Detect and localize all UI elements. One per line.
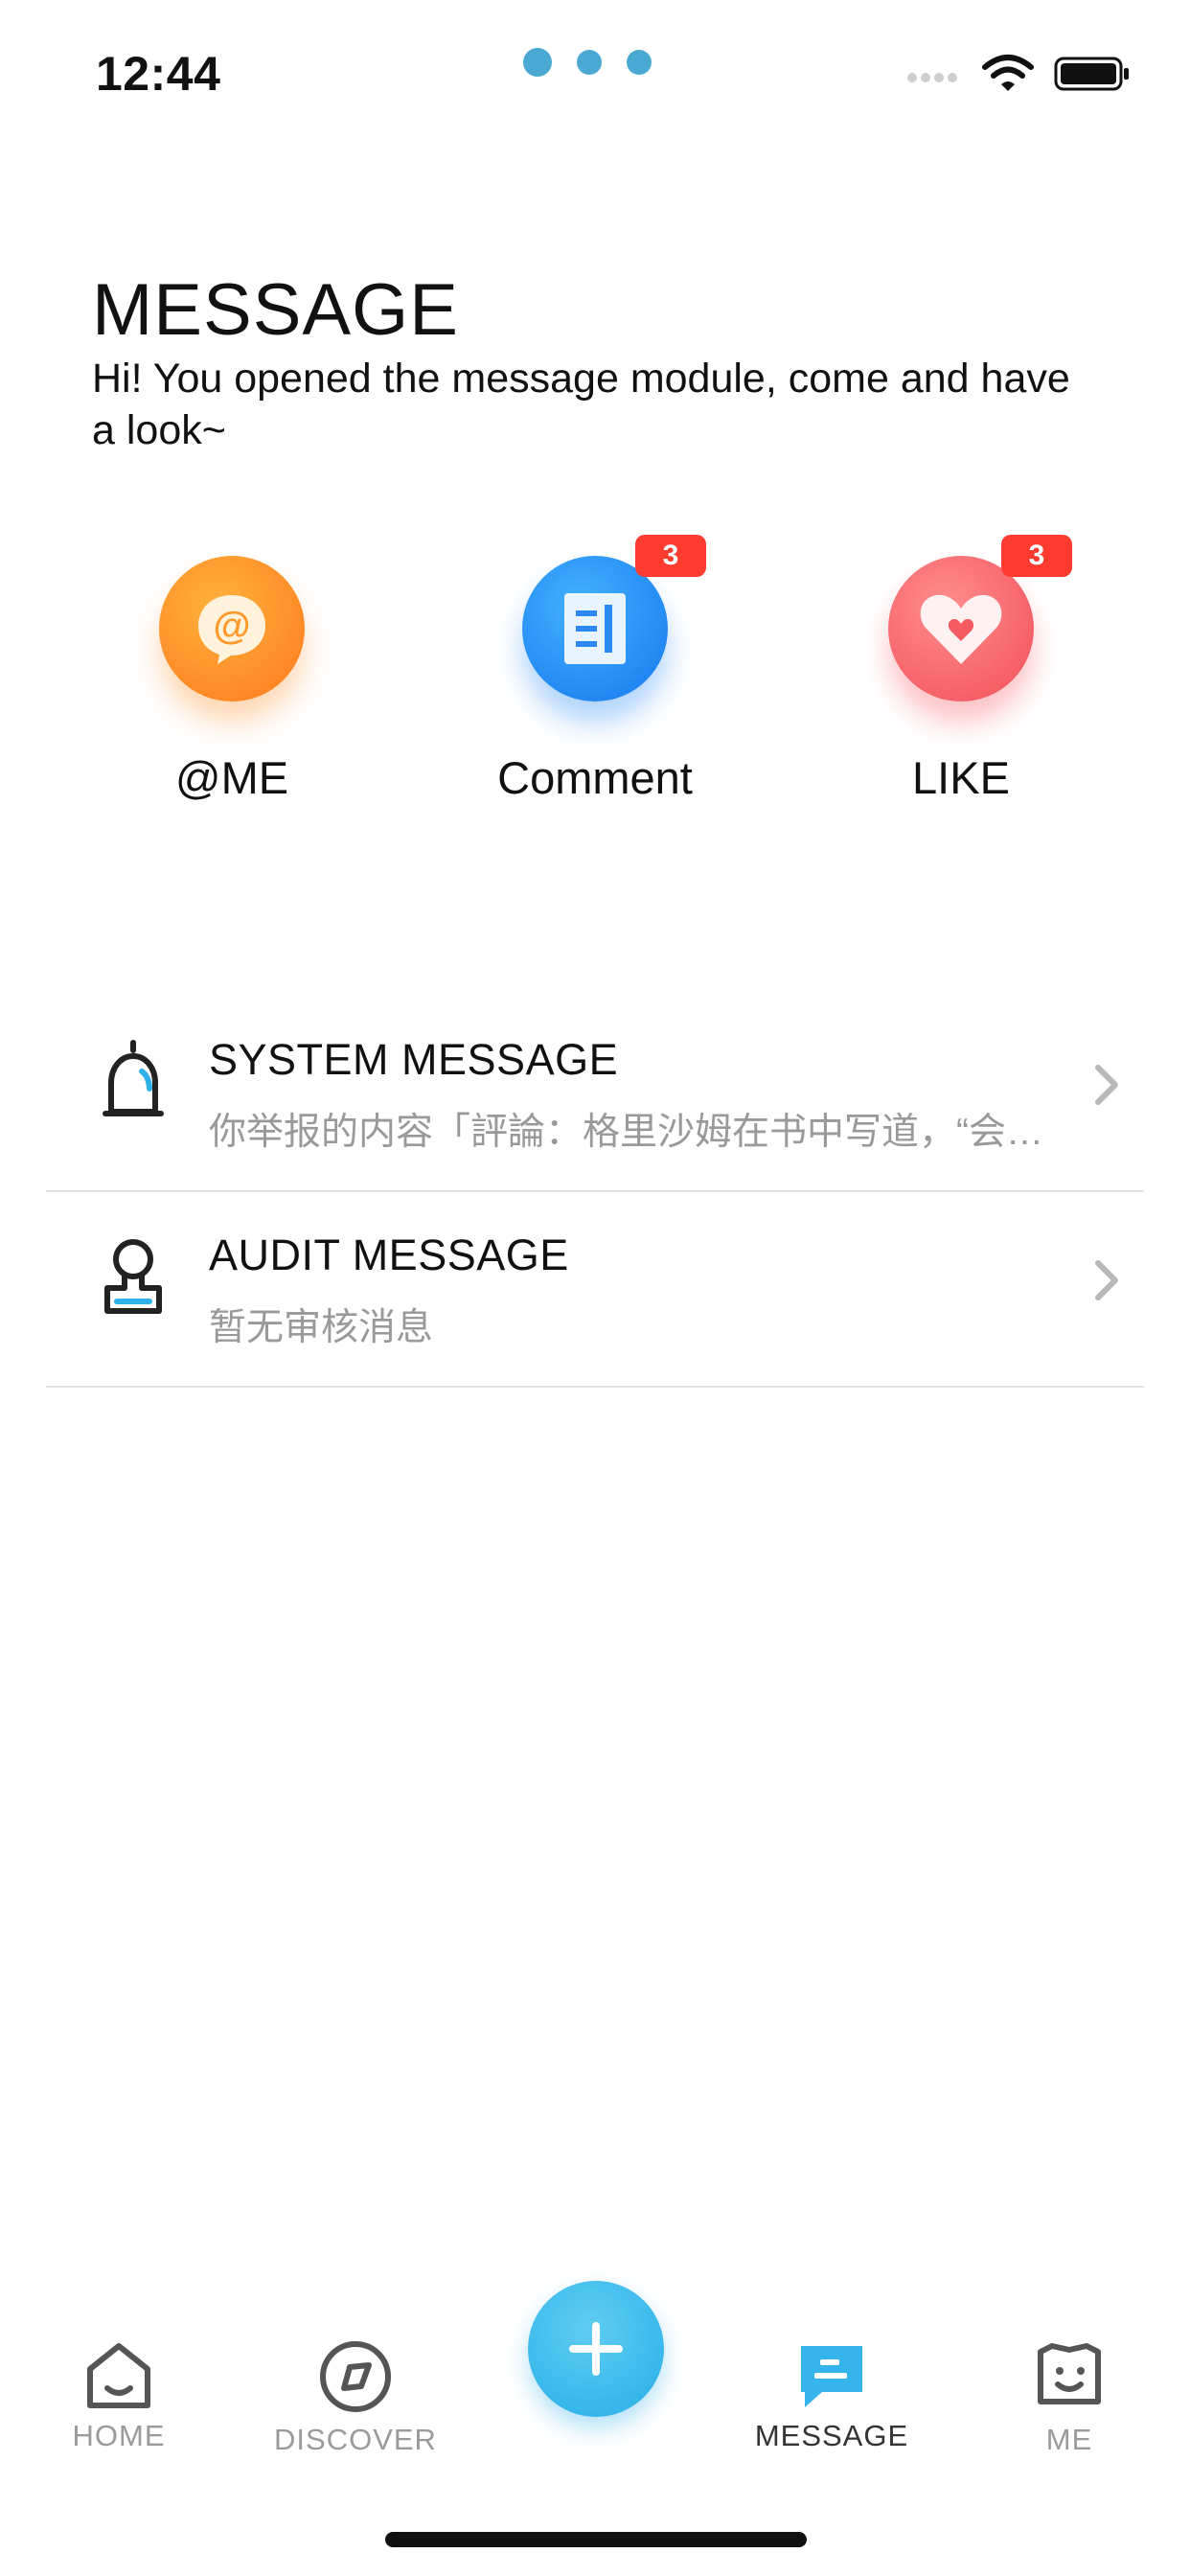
comment-bubble: 3: [522, 535, 706, 702]
chevron-right-icon: [1095, 1065, 1118, 1105]
quick-entry-comment[interactable]: 3 Comment: [451, 535, 739, 804]
audit-message-description: 暂无审核消息: [209, 1307, 434, 1348]
system-message-description: 你举报的内容「評論：格里沙姆在书中写道，“会…: [209, 1112, 1043, 1153]
quick-entries: @ @ME 3 Comment 3 LIKE: [0, 535, 1190, 843]
tab-me-label: ME: [1045, 2423, 1093, 2456]
message-list: SYSTEM MESSAGE 你举报的内容「評論：格里沙姆在书中写道，“会… A…: [46, 997, 1144, 1388]
comment-icon: [564, 593, 626, 664]
page-dots: [523, 48, 652, 77]
at-me-label: @ME: [174, 752, 289, 803]
like-bubble: 3: [888, 535, 1072, 702]
compass-icon: [320, 2341, 391, 2412]
status-bar: 12:44: [0, 0, 1190, 144]
like-badge: 3: [1001, 535, 1072, 577]
dot: [627, 50, 652, 75]
like-label: LIKE: [912, 752, 1010, 803]
tab-home-label: HOME: [72, 2419, 166, 2452]
dot: [523, 48, 552, 77]
heart-icon: [920, 594, 1002, 664]
tab-discover[interactable]: DISCOVER: [260, 2338, 451, 2457]
chevron-right-icon: [1095, 1260, 1118, 1300]
message-screen: 12:44 MESSAGE Hi! You opened the message…: [0, 0, 1190, 2576]
page-subtitle: Hi! You opened the message module, come …: [92, 356, 1070, 453]
home-icon: [87, 2343, 150, 2408]
list-item-audit-message[interactable]: AUDIT MESSAGE 暂无审核消息: [46, 1192, 1144, 1388]
wifi-icon: [982, 55, 1034, 91]
audit-message-title: AUDIT MESSAGE: [209, 1230, 569, 1279]
bell-icon: [103, 1040, 164, 1116]
dot: [577, 50, 602, 75]
at-icon: @: [198, 595, 265, 664]
tab-home[interactable]: HOME: [23, 2338, 215, 2453]
plus-icon: [569, 2322, 623, 2376]
face-icon: [1038, 2343, 1101, 2404]
stamp-icon: [104, 1239, 162, 1314]
page-title: MESSAGE: [92, 269, 459, 351]
battery-icon: [1054, 57, 1129, 91]
list-item-system-message[interactable]: SYSTEM MESSAGE 你举报的内容「評論：格里沙姆在书中写道，“会…: [46, 997, 1144, 1192]
tab-discover-label: DISCOVER: [274, 2423, 437, 2456]
status-indicators: [906, 54, 1131, 94]
quick-entry-like[interactable]: 3 LIKE: [817, 535, 1105, 804]
signal-icon: [907, 73, 957, 82]
tab-bar: HOME DISCOVER MESSAGE ME: [0, 2281, 1190, 2501]
add-button[interactable]: [528, 2281, 664, 2417]
comment-badge: 3: [635, 535, 706, 577]
message-icon: [801, 2346, 862, 2407]
svg-text:@: @: [213, 605, 250, 647]
at-me-bubble: @: [159, 556, 305, 702]
tab-message[interactable]: MESSAGE: [736, 2338, 927, 2453]
system-message-title: SYSTEM MESSAGE: [209, 1035, 619, 1084]
home-indicator: [385, 2532, 807, 2547]
quick-entry-at-me[interactable]: @ @ME: [88, 556, 376, 804]
tab-message-label: MESSAGE: [754, 2419, 909, 2452]
tab-me[interactable]: ME: [973, 2338, 1165, 2457]
comment-label: Comment: [497, 752, 693, 803]
status-time: 12:44: [96, 47, 221, 101]
